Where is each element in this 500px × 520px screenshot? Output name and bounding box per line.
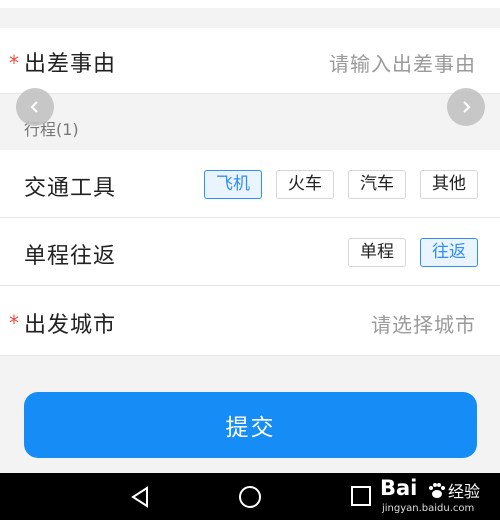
required-mark: *	[9, 311, 19, 335]
chevron-left-icon	[30, 101, 38, 113]
chevron-right-icon	[463, 101, 471, 113]
transport-options: 飞机 火车 汽车 其他	[204, 170, 478, 199]
carousel-prev-button[interactable]	[16, 88, 54, 126]
paw-icon	[429, 483, 445, 498]
trip-type-label: 单程往返	[24, 244, 117, 269]
square-recents-icon[interactable]	[349, 485, 373, 509]
watermark-url: jingyan.baidu.com	[382, 503, 475, 514]
watermark-suffix: 经验	[448, 482, 481, 501]
triangle-back-icon[interactable]	[128, 485, 152, 509]
carousel-next-button[interactable]	[447, 88, 485, 126]
reason-label: 出差事由	[24, 52, 117, 77]
trip-type-options: 单程 往返	[348, 238, 478, 267]
departure-city-select[interactable]: 请选择城市	[371, 309, 476, 338]
transport-row: 交通工具 飞机 火车 汽车 其他	[0, 150, 500, 218]
transport-option-bus[interactable]: 汽车	[348, 170, 406, 199]
departure-city-label: 出发城市	[24, 313, 117, 338]
departure-city-row[interactable]: * 出发城市 请选择城市	[0, 286, 500, 356]
transport-option-other[interactable]: 其他	[420, 170, 478, 199]
trip-type-row: 单程往返 单程 往返	[0, 218, 500, 286]
circle-home-icon[interactable]	[237, 485, 263, 511]
reason-input[interactable]: 请输入出差事由	[329, 48, 476, 77]
trip-type-option-round-trip[interactable]: 往返	[420, 238, 478, 267]
required-mark: *	[9, 51, 19, 75]
submit-button[interactable]: 提交	[24, 392, 477, 458]
watermark-logo: Bai	[380, 476, 418, 500]
transport-option-plane[interactable]: 飞机	[204, 170, 262, 199]
transport-label: 交通工具	[24, 176, 117, 201]
reason-row[interactable]: * 出差事由 请输入出差事由	[0, 28, 500, 94]
baidu-watermark: Bai 经验 jingyan.baidu.com	[380, 476, 496, 518]
trip-type-option-one-way[interactable]: 单程	[348, 238, 406, 267]
top-strip	[0, 0, 500, 8]
transport-option-train[interactable]: 火车	[276, 170, 334, 199]
